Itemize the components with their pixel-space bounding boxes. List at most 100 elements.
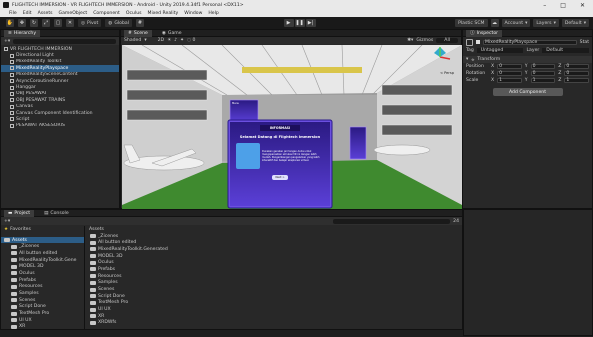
pause-button[interactable]: ❚❚ [294, 19, 305, 27]
asset-folder-item[interactable]: UI UX [1, 317, 84, 324]
layout-dropdown[interactable]: Default ▾ [561, 19, 589, 27]
account-dropdown[interactable]: Account ▾ [501, 19, 531, 27]
asset-folder-item[interactable]: UI UX [86, 306, 463, 313]
lighting-icon[interactable]: ☀ [167, 38, 171, 43]
asset-folder-item[interactable]: MODEL 3D [86, 253, 463, 260]
transform-y-field[interactable]: 0 [530, 71, 556, 76]
menu-oculus[interactable]: Oculus [126, 11, 142, 16]
hierarchy-item[interactable]: PESAWAT AKSESORIS [1, 123, 119, 129]
play-button[interactable]: ▶ [283, 19, 294, 27]
tab-hierarchy[interactable]: ≡ Hierarchy [4, 29, 41, 37]
transform-y-field[interactable]: 1 [530, 78, 556, 83]
tab-game[interactable]: ◉ Game [158, 30, 186, 37]
menu-window[interactable]: Window [184, 11, 202, 16]
transform-x-field[interactable]: 0 [497, 64, 522, 69]
plastic-scm-button[interactable]: Plastic SCM [455, 19, 488, 27]
asset-folder-item[interactable]: Oculus [1, 270, 84, 277]
asset-folder-item[interactable]: TextMesh Pro [1, 310, 84, 317]
minimize-button[interactable]: – [543, 2, 546, 9]
menu-help[interactable]: Help [208, 11, 218, 16]
layer-dropdown[interactable]: Default [542, 48, 589, 53]
hierarchy-search-input[interactable] [13, 38, 116, 44]
step-button[interactable]: ▶| [305, 19, 316, 27]
transform-x-field[interactable]: 1 [497, 78, 522, 83]
menu-assets[interactable]: Assets [38, 11, 53, 16]
transform-z-field[interactable]: 1 [564, 78, 589, 83]
rect-tool-icon[interactable]: ▢ [54, 19, 62, 27]
asset-folder-item[interactable]: Samples [86, 280, 463, 287]
tab-console[interactable]: ▤ Console [40, 210, 73, 217]
assets-root-label[interactable]: Assets [12, 238, 27, 243]
transform-tool-icon[interactable]: ✕ [66, 19, 74, 27]
scale-tool-icon[interactable]: ⤢ [42, 19, 50, 27]
project-search-input[interactable] [333, 218, 451, 224]
menu-mixed-reality[interactable]: Mixed Reality [148, 11, 179, 16]
close-button[interactable]: ✕ [580, 2, 585, 9]
transform-header[interactable]: Transform [477, 57, 500, 62]
hand-tool-icon[interactable]: ✋ [6, 19, 14, 27]
asset-folder-item[interactable]: _Zicenes [1, 243, 84, 250]
menu-file[interactable]: File [9, 11, 17, 16]
shading-dropdown[interactable]: Shaded [124, 38, 141, 43]
asset-folder-item[interactable]: Script Done [86, 293, 463, 300]
asset-folder-item[interactable]: Resources [1, 284, 84, 291]
scene-viewport[interactable]: INFORMASI Selamat Datang di Flightech Im… [122, 45, 462, 209]
layers-dropdown[interactable]: Layers ▾ [533, 19, 559, 27]
static-toggle[interactable]: Stat [580, 40, 589, 45]
add-icon[interactable]: +▾ [4, 39, 10, 44]
tag-dropdown[interactable]: Untagged [476, 48, 524, 53]
menu-component[interactable]: Component [93, 11, 120, 16]
pivot-toggle[interactable]: ◎ Pivot [78, 19, 102, 27]
active-checkbox[interactable] [476, 40, 480, 44]
asset-folder-item[interactable]: _Zicenes [86, 233, 463, 240]
rotate-tool-icon[interactable]: ↻ [30, 19, 38, 27]
transform-z-field[interactable]: 0 [564, 64, 589, 69]
persp-label[interactable]: < Persp [440, 71, 454, 75]
camera-icon[interactable]: ✱▾ [407, 38, 413, 43]
asset-folder-item[interactable]: TextMesh Pro [86, 300, 463, 307]
menu-edit[interactable]: Edit [23, 11, 32, 16]
asset-folder-item[interactable]: Oculus [86, 259, 463, 266]
move-tool-icon[interactable]: ✥ [18, 19, 26, 27]
menu-gameobject[interactable]: GameObject [59, 11, 88, 16]
asset-folder-item[interactable]: Prefabs [86, 266, 463, 273]
asset-folder-item[interactable]: Script Done [1, 304, 84, 311]
add-icon[interactable]: +▾ [4, 219, 10, 224]
global-toggle[interactable]: ◍ Global [105, 19, 132, 27]
asset-folder-item[interactable]: Scenes [1, 297, 84, 304]
grid-icon[interactable]: # [135, 19, 144, 27]
2d-toggle[interactable]: 2D [158, 38, 164, 43]
object-name-field[interactable]: MixedRealityPlayspace [483, 39, 577, 45]
maximize-button[interactable]: □ [560, 2, 566, 9]
cloud-icon[interactable]: ☁ [490, 19, 499, 27]
asset-folder-item[interactable]: All button edited [1, 250, 84, 257]
transform-x-field[interactable]: 0 [497, 71, 522, 76]
effects-icon[interactable]: ✦ [180, 38, 184, 43]
add-component-button[interactable]: Add Component [492, 88, 563, 96]
gizmos-dropdown[interactable]: Gizmos [416, 38, 433, 43]
favorites-label[interactable]: Favorites [10, 227, 31, 232]
asset-folder-item[interactable]: MODEL 3D [1, 263, 84, 270]
asset-folder-item[interactable]: Samples [1, 290, 84, 297]
transform-y-field[interactable]: 0 [530, 64, 556, 69]
hidden-icon[interactable]: ◌ 0 [187, 38, 195, 43]
menu-bar: File Edit Assets GameObject Component Oc… [0, 10, 593, 17]
popup-next-button[interactable]: Next > [272, 175, 288, 180]
asset-folder-item[interactable]: MixedRealityToolkit.Gene [1, 257, 84, 264]
asset-folder-item[interactable]: MixedRealityToolkit.Generated [86, 246, 463, 253]
audio-icon[interactable]: ♪ [174, 38, 177, 43]
asset-folder-item[interactable]: All button edited [86, 239, 463, 246]
hierarchy-item-label: Script [16, 116, 30, 122]
asset-folder-item[interactable]: Prefabs [1, 277, 84, 284]
scene-search-input[interactable]: All [436, 38, 458, 43]
expand-arrow-icon[interactable]: ▾ [466, 57, 468, 62]
breadcrumb[interactable]: Assets [89, 227, 104, 232]
tab-project[interactable]: ▬ Project [4, 209, 35, 217]
tab-inspector[interactable]: ⓘ Inspector [466, 29, 503, 37]
asset-folder-item[interactable]: Resources [86, 273, 463, 280]
asset-folder-item[interactable]: XRDWfs [86, 320, 463, 327]
asset-folder-item[interactable]: XR [86, 313, 463, 320]
tab-scene[interactable]: # Scene [124, 29, 152, 37]
asset-folder-item[interactable]: Scenes [86, 286, 463, 293]
transform-z-field[interactable]: 0 [564, 71, 589, 76]
